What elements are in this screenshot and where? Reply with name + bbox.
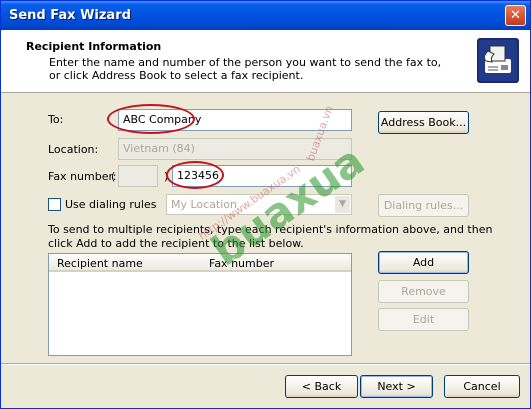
fax-machine-icon: [477, 38, 519, 83]
dialing-rules-button[interactable]: Dialing rules...: [378, 194, 469, 217]
header-desc-line2: or click Address Book to select a fax re…: [49, 69, 304, 82]
location-label: Location:: [48, 143, 99, 156]
header-title: Recipient Information: [26, 40, 162, 53]
area-code-field[interactable]: [118, 165, 158, 187]
highlight-oval-fax-number: [166, 161, 224, 189]
back-button[interactable]: < Back: [285, 375, 358, 398]
cancel-button[interactable]: Cancel: [444, 375, 520, 398]
column-header-recipient-name[interactable]: Recipient name: [49, 254, 199, 272]
use-dialing-rules-checkbox[interactable]: [48, 198, 61, 211]
close-icon: ✕: [510, 8, 521, 23]
header-description: Enter the name and number of the person …: [49, 56, 441, 82]
fax-number-label: Fax number:: [48, 170, 117, 183]
address-book-button[interactable]: Address Book...: [378, 111, 469, 134]
remove-button[interactable]: Remove: [378, 280, 469, 303]
close-button[interactable]: ✕: [505, 5, 526, 26]
edit-button[interactable]: Edit: [378, 308, 469, 331]
next-button[interactable]: Next >: [360, 375, 433, 398]
send-fax-wizard-window: Send Fax Wizard ✕ Recipient Information …: [0, 0, 531, 409]
window-title: Send Fax Wizard: [9, 8, 131, 23]
wizard-header: Recipient Information Enter the name and…: [1, 30, 530, 93]
title-bar[interactable]: Send Fax Wizard ✕: [1, 1, 530, 30]
to-label: To:: [48, 113, 64, 126]
area-code-paren-open: (: [111, 170, 116, 183]
use-dialing-rules-label: Use dialing rules: [65, 198, 157, 211]
highlight-oval-recipient: [107, 104, 195, 134]
header-desc-line1: Enter the name and number of the person …: [49, 56, 442, 69]
footer-divider: [1, 363, 530, 365]
recipient-list[interactable]: Recipient name Fax number: [48, 253, 352, 356]
add-button[interactable]: Add: [378, 251, 469, 274]
